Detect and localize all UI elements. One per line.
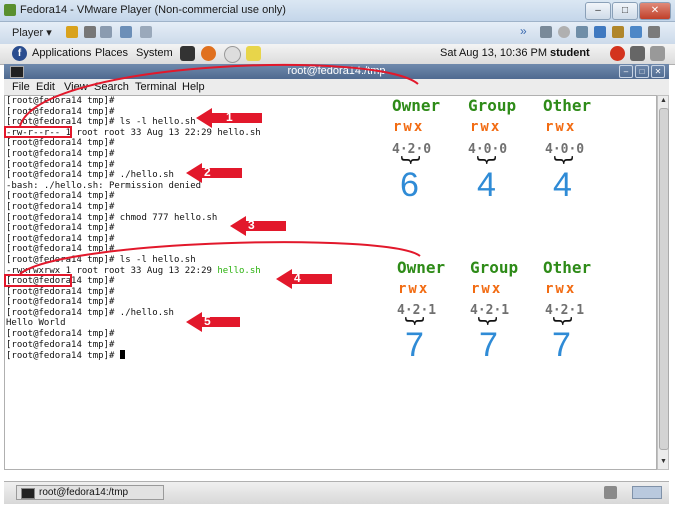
arrow-2 [186,163,242,183]
arrow-3 [230,216,286,236]
arrow-label-5: 5 [204,314,211,328]
owner-value-after: 7 [405,326,424,364]
owner-header-after: Owner [397,258,446,277]
taskbar-terminal-button[interactable]: root@fedora14:/tmp [16,485,164,500]
other-rwx-after: rwx [545,281,577,297]
arrow-label-4: 4 [294,271,301,285]
arrow-label-1: 1 [226,110,233,124]
bottom-taskbar: root@fedora14:/tmp [4,481,669,504]
arrow-4 [276,269,332,289]
arrow-5 [186,312,240,332]
taskbar-terminal-label: root@fedora14:/tmp [39,487,129,498]
terminal-icon [21,488,35,499]
group-header-before: Group [468,96,517,115]
other-rwx-before: rwx [545,119,577,135]
other-header-before: Other [543,96,592,115]
owner-header-before: Owner [392,96,441,115]
group-header-after: Group [470,258,519,277]
group-rwx-after: rwx [471,281,503,297]
workspace-switcher[interactable] [632,486,662,499]
brace-icon: } [552,153,577,167]
owner-value-before: 6 [400,166,419,204]
group-value-before: 4 [477,166,496,204]
other-value-after: 7 [552,326,571,364]
brace-icon: } [475,153,500,167]
trash-icon[interactable] [604,486,617,499]
brace-icon: } [399,153,424,167]
group-rwx-before: rwx [470,119,502,135]
group-value-after: 7 [479,326,498,364]
owner-rwx-before: rwx [393,119,425,135]
other-header-after: Other [543,258,592,277]
other-value-before: 4 [553,166,572,204]
arrow-label-2: 2 [204,165,211,179]
arrow-overlay [186,108,332,332]
owner-rwx-after: rwx [398,281,430,297]
arrow-label-3: 3 [248,218,255,232]
